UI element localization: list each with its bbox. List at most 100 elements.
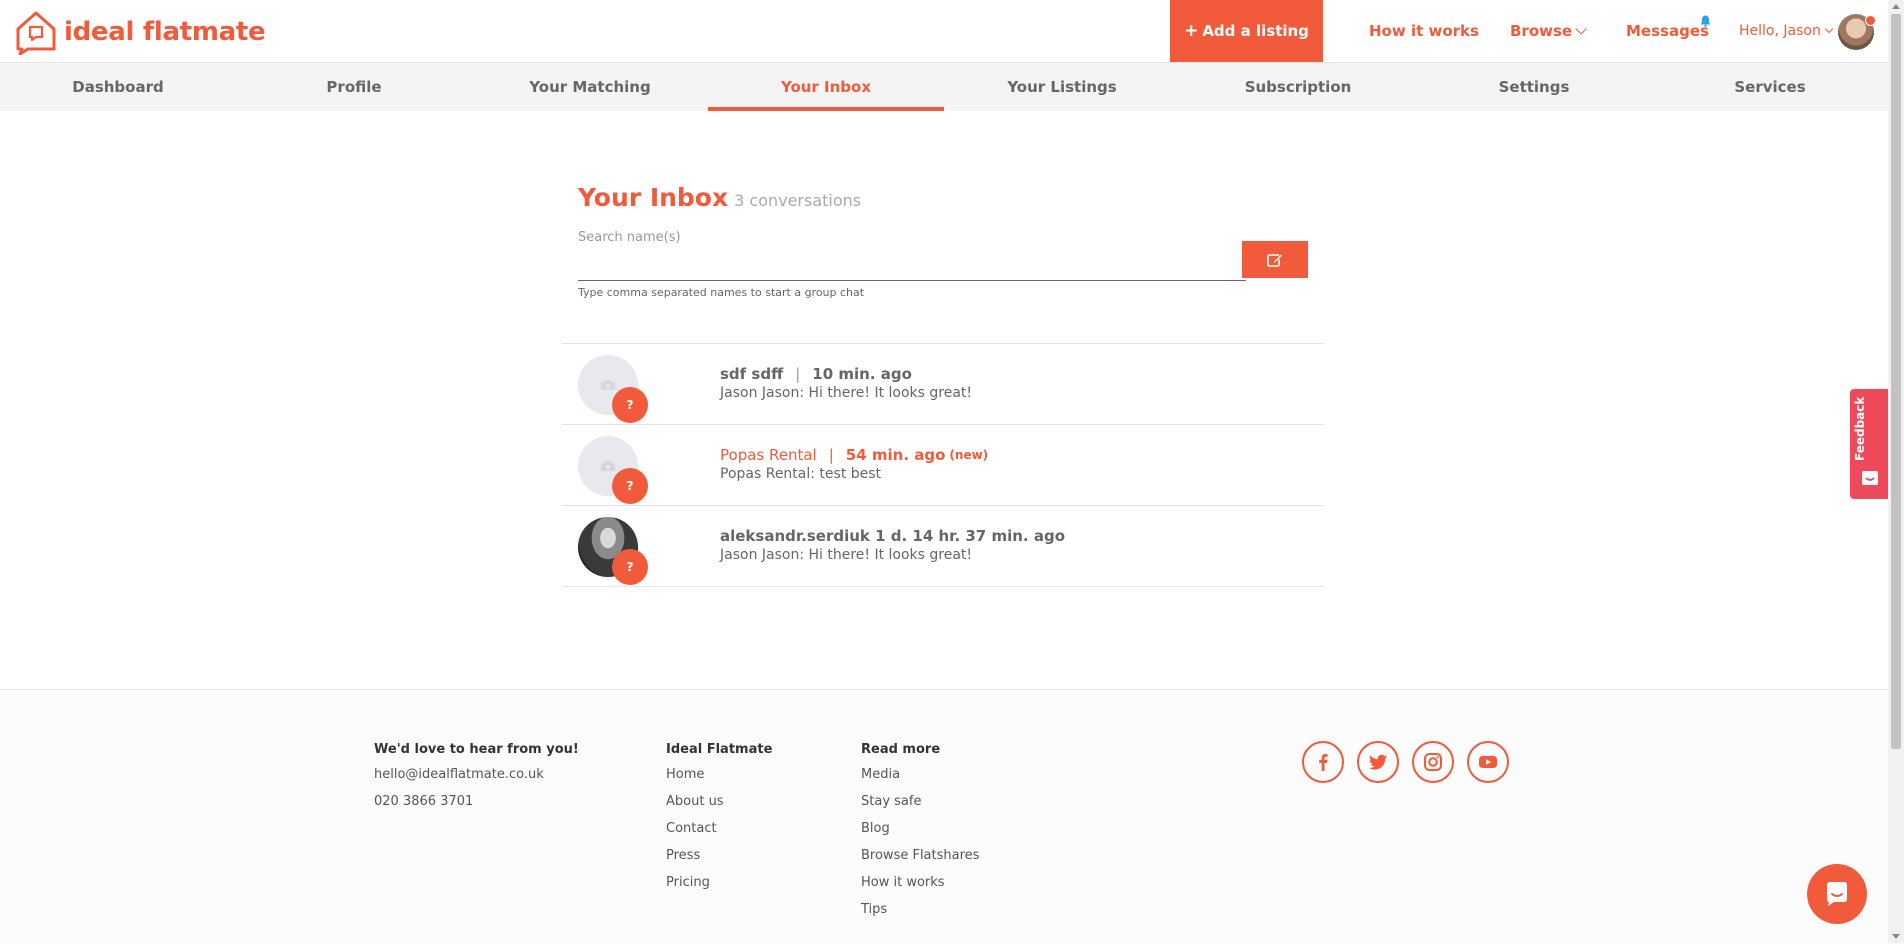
conversation-item[interactable]: ? sdf sdff | 10 min. ago Jason Jason: Hi…	[562, 344, 1324, 425]
footer-heading: Ideal Flatmate	[666, 742, 773, 757]
chat-icon	[1827, 882, 1847, 906]
messages-link[interactable]: Messages	[1626, 0, 1709, 62]
tab-settings[interactable]: Settings	[1416, 63, 1652, 111]
edit-icon	[1267, 253, 1283, 267]
footer-contact: We'd love to hear from you! hello@idealf…	[374, 742, 579, 819]
conversation-item[interactable]: ? aleksandr.serdiuk 1 d. 14 hr. 37 min. …	[562, 506, 1324, 587]
browse-dropdown[interactable]: Browse	[1510, 0, 1587, 62]
chat-launcher-button[interactable]	[1807, 864, 1867, 924]
page-title: Your Inbox	[578, 183, 729, 212]
footer-ideal-flatmate: Ideal Flatmate Home About us Contact Pre…	[666, 742, 772, 900]
new-badge: (new)	[949, 448, 989, 462]
contact-name: sdf sdff	[720, 365, 784, 383]
plus-icon: +	[1184, 21, 1199, 41]
footer-link-blog[interactable]: Blog	[861, 819, 979, 846]
chevron-down-icon	[1575, 23, 1587, 35]
footer-link-stay-safe[interactable]: Stay safe	[861, 792, 979, 819]
how-it-works-label: How it works	[1369, 22, 1479, 40]
search-hint: Type comma separated names to start a gr…	[578, 286, 865, 299]
feedback-label: Feedback	[1853, 396, 1867, 461]
tab-subscription[interactable]: Subscription	[1180, 63, 1416, 111]
add-listing-button[interactable]: + Add a listing	[1170, 0, 1323, 62]
tab-profile[interactable]: Profile	[236, 63, 472, 111]
footer-heading: Read more	[861, 742, 941, 757]
footer-phone: 020 3866 3701	[374, 794, 474, 809]
search-names-input[interactable]	[578, 250, 1246, 281]
facebook-icon	[1319, 754, 1328, 771]
twitter-link[interactable]	[1357, 741, 1399, 783]
user-menu[interactable]: Hello, Jason	[1739, 0, 1834, 62]
status-badge: ?	[612, 468, 648, 504]
conversation-count: 3 conversations	[734, 191, 862, 210]
separator: |	[795, 365, 801, 383]
instagram-link[interactable]	[1412, 741, 1454, 783]
logo[interactable]: ideal flatmate	[14, 10, 266, 55]
tab-label: Your Matching	[529, 78, 651, 96]
footer-read-more: Read more Media Stay safe Blog Browse Fl…	[861, 742, 979, 927]
footer-link-pricing[interactable]: Pricing	[666, 873, 772, 900]
notification-dot	[1865, 15, 1876, 26]
top-navbar: ideal flatmate + Add a listing How it wo…	[0, 0, 1888, 63]
camera-icon	[601, 461, 615, 471]
youtube-link[interactable]	[1467, 741, 1509, 783]
footer-link-how-it-works[interactable]: How it works	[861, 873, 979, 900]
youtube-icon	[1479, 756, 1497, 768]
tab-label: Settings	[1498, 78, 1570, 96]
footer-link-media[interactable]: Media	[861, 765, 979, 792]
status-badge: ?	[612, 387, 648, 423]
page-scrollbar[interactable]	[1888, 0, 1904, 943]
footer-email-link[interactable]: hello@idealflatmate.co.uk	[374, 765, 579, 792]
messages-label: Messages	[1626, 22, 1709, 40]
timestamp: 54 min. ago	[845, 446, 946, 464]
bell-icon[interactable]	[1700, 15, 1711, 27]
footer-link-tips[interactable]: Tips	[861, 900, 979, 927]
facebook-link[interactable]	[1302, 741, 1344, 783]
logo-text: ideal flatmate	[64, 17, 266, 47]
message-preview: Jason Jason: Hi there! It looks great!	[720, 547, 973, 563]
footer-link-browse-flatshares[interactable]: Browse Flatshares	[861, 846, 979, 873]
tab-label: Your Listings	[1007, 78, 1117, 96]
footer-link-home[interactable]: Home	[666, 765, 772, 792]
message-preview: Jason Jason: Hi there! It looks great!	[720, 385, 973, 401]
footer-link-contact[interactable]: Contact	[666, 819, 772, 846]
dashboard-tabs: Dashboard Profile Your Matching Your Inb…	[0, 63, 1888, 111]
search-label: Search name(s)	[578, 230, 681, 245]
tab-your-matching[interactable]: Your Matching	[472, 63, 708, 111]
add-listing-label: Add a listing	[1202, 22, 1309, 40]
footer-heading: We'd love to hear from you!	[374, 742, 579, 757]
conversation-list: ? sdf sdff | 10 min. ago Jason Jason: Hi…	[562, 343, 1324, 587]
tab-services[interactable]: Services	[1652, 63, 1888, 111]
camera-icon	[601, 380, 615, 390]
tab-label: Dashboard	[72, 78, 164, 96]
page: ideal flatmate + Add a listing How it wo…	[0, 0, 1888, 944]
twitter-icon	[1369, 754, 1387, 770]
tab-dashboard[interactable]: Dashboard	[0, 63, 236, 111]
scroll-down-icon[interactable]	[1892, 934, 1900, 939]
contact-name: aleksandr.serdiuk 1 d. 14 hr. 37 min. ag…	[720, 527, 1065, 545]
chevron-down-icon	[1824, 24, 1834, 34]
tab-your-inbox[interactable]: Your Inbox	[708, 63, 944, 111]
user-greeting: Hello, Jason	[1739, 23, 1821, 39]
how-it-works-link[interactable]: How it works	[1369, 0, 1479, 62]
scroll-up-icon[interactable]	[1892, 4, 1900, 9]
footer-link-press[interactable]: Press	[666, 846, 772, 873]
conversation-header: sdf sdff | 10 min. ago	[720, 365, 912, 383]
feedback-face-icon	[1862, 471, 1878, 485]
house-chat-logo-icon	[16, 11, 56, 55]
compose-button[interactable]	[1242, 241, 1308, 278]
message-preview: Popas Rental: test best	[720, 466, 882, 482]
tab-label: Profile	[326, 78, 382, 96]
tab-label: Services	[1734, 78, 1806, 96]
conversation-header: aleksandr.serdiuk 1 d. 14 hr. 37 min. ag…	[720, 527, 1065, 545]
feedback-button[interactable]: Feedback	[1850, 389, 1888, 499]
status-badge: ?	[612, 549, 648, 585]
tab-label: Your Inbox	[780, 78, 872, 96]
scrollbar-thumb[interactable]	[1891, 14, 1901, 749]
contact-name: Popas Rental	[720, 446, 817, 464]
separator: |	[828, 446, 834, 464]
timestamp: 10 min. ago	[812, 365, 912, 383]
inbox-heading: Your Inbox 3 conversations	[578, 183, 861, 212]
footer-link-about-us[interactable]: About us	[666, 792, 772, 819]
conversation-item[interactable]: ? Popas Rental | 54 min. ago (new) Popas…	[562, 425, 1324, 506]
tab-your-listings[interactable]: Your Listings	[944, 63, 1180, 111]
